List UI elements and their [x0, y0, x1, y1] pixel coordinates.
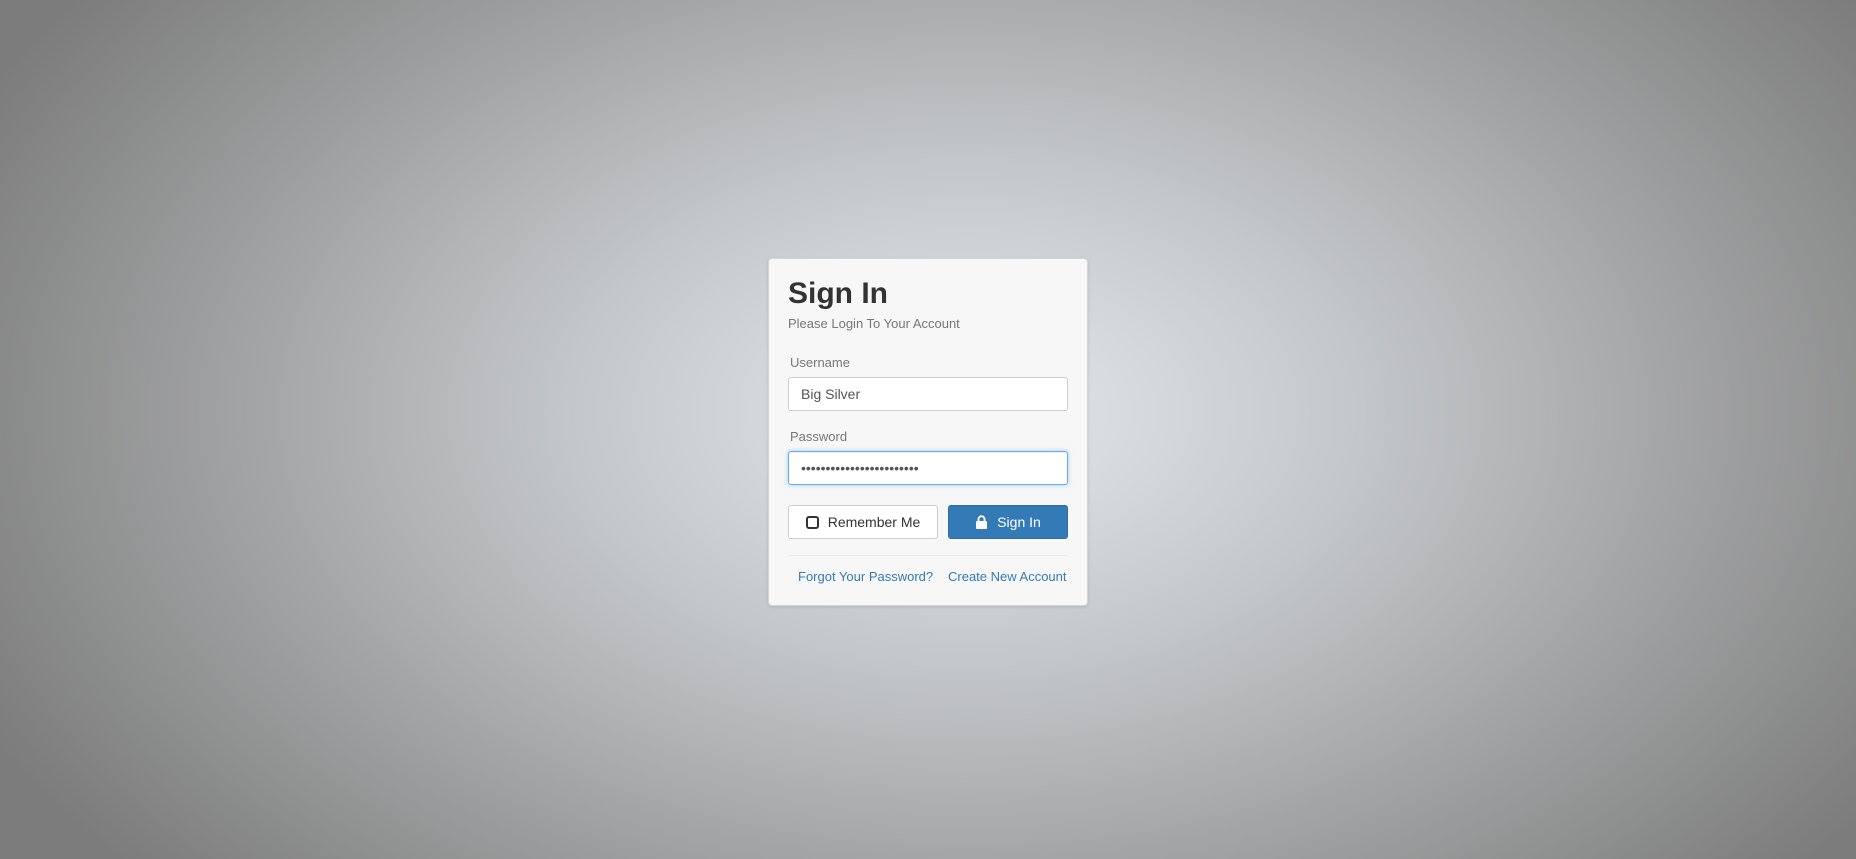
remember-me-label: Remember Me — [827, 514, 921, 530]
page-subtitle: Please Login To Your Account — [788, 316, 960, 331]
sign-in-label: Sign In — [997, 514, 1041, 530]
password-label: Password — [790, 429, 848, 444]
remember-me-button[interactable]: Remember Me — [788, 505, 938, 539]
page-title: Sign In — [788, 277, 888, 310]
forgot-password-link[interactable]: Forgot Your Password? — [798, 569, 933, 584]
create-account-link[interactable]: Create New Account — [948, 569, 1067, 584]
username-label: Username — [790, 355, 850, 370]
password-input[interactable] — [788, 451, 1068, 485]
checkbox-icon — [805, 515, 819, 529]
sign-in-button[interactable]: Sign In — [948, 505, 1068, 539]
divider — [788, 555, 1068, 556]
lock-icon — [975, 515, 988, 529]
login-card: Sign In Please Login To Your Account Use… — [768, 258, 1088, 606]
username-input[interactable] — [788, 377, 1068, 411]
